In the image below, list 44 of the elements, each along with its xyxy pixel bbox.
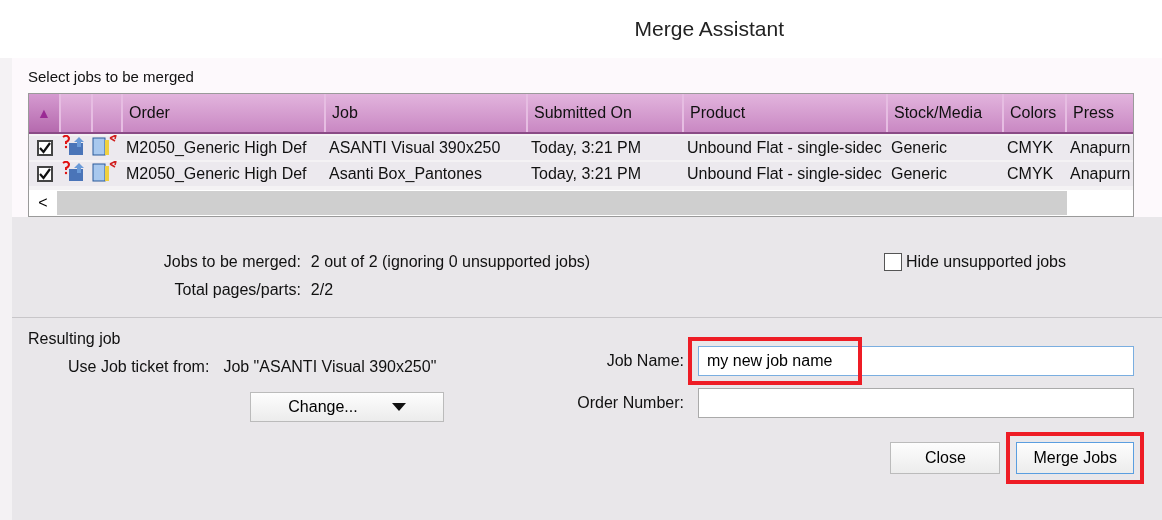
table-cell-text: Unbound Flat - single-sidec xyxy=(686,165,883,183)
table-cell-text: M2050_Generic High Def xyxy=(125,139,308,157)
window-title: Merge Assistant xyxy=(634,17,784,41)
column-header[interactable]: Stock/Media xyxy=(888,94,1004,132)
job-status-icon xyxy=(61,135,117,157)
field-label: Job Name: xyxy=(605,352,684,370)
caret-icon xyxy=(391,403,406,411)
table-cell-text: Today, 3:21 PM xyxy=(530,139,642,157)
table-cell-text: Generic xyxy=(890,139,949,157)
job-status-icon xyxy=(61,161,117,183)
summary-value: 2/2 xyxy=(310,281,335,299)
table-cell-text: Anapurn xyxy=(1069,165,1132,183)
column-header[interactable]: Job xyxy=(326,94,528,132)
dialog-button[interactable]: Close xyxy=(890,442,1001,474)
section-label: Select jobs to be merged xyxy=(28,68,195,85)
hide-unsupported-checkbox[interactable]: Hide unsupported jobs xyxy=(883,253,1066,299)
summary-label: Jobs to be merged: xyxy=(162,253,301,271)
ticket-label: Use Job ticket from: xyxy=(68,358,210,376)
table-cell-text: ASANTI Visual 390x250 xyxy=(328,139,502,157)
table-cell-text: Generic xyxy=(890,165,949,183)
dialog-button[interactable]: Merge Jobs xyxy=(1016,442,1134,474)
change-dropdown[interactable]: Change... xyxy=(250,392,444,422)
column-header[interactable]: Colors xyxy=(1004,94,1067,132)
column-header[interactable]: Press xyxy=(1067,94,1133,132)
scrollbar-thumb[interactable] xyxy=(57,191,1067,215)
column-header[interactable]: Order xyxy=(123,94,326,132)
section-label: Resulting job xyxy=(28,330,122,348)
table-cell-text: Unbound Flat - single-sidec xyxy=(686,139,883,157)
text-field[interactable] xyxy=(698,388,1134,418)
summary-label: Total pages/parts: xyxy=(173,281,301,299)
summary-value: 2 out of 2 (ignoring 0 unsupported jobs) xyxy=(310,253,592,271)
table-cell-text: CMYK xyxy=(1006,139,1055,157)
table-cell-text: Anapurn xyxy=(1069,139,1132,157)
column-header[interactable]: Submitted On xyxy=(528,94,684,132)
row-checkbox[interactable] xyxy=(37,166,53,182)
table-cell-text: Today, 3:21 PM xyxy=(530,165,642,183)
column-header[interactable]: Product xyxy=(684,94,888,132)
table-cell-text: CMYK xyxy=(1006,165,1055,183)
ticket-value: Job "ASANTI Visual 390x250" xyxy=(223,358,437,376)
row-checkbox[interactable] xyxy=(37,140,53,156)
text-field[interactable]: my new job name xyxy=(698,346,1134,376)
table-cell-text: Asanti Box_Pantones xyxy=(328,165,483,183)
field-label: Order Number: xyxy=(576,394,684,412)
table-cell-text: M2050_Generic High Def xyxy=(125,165,308,183)
